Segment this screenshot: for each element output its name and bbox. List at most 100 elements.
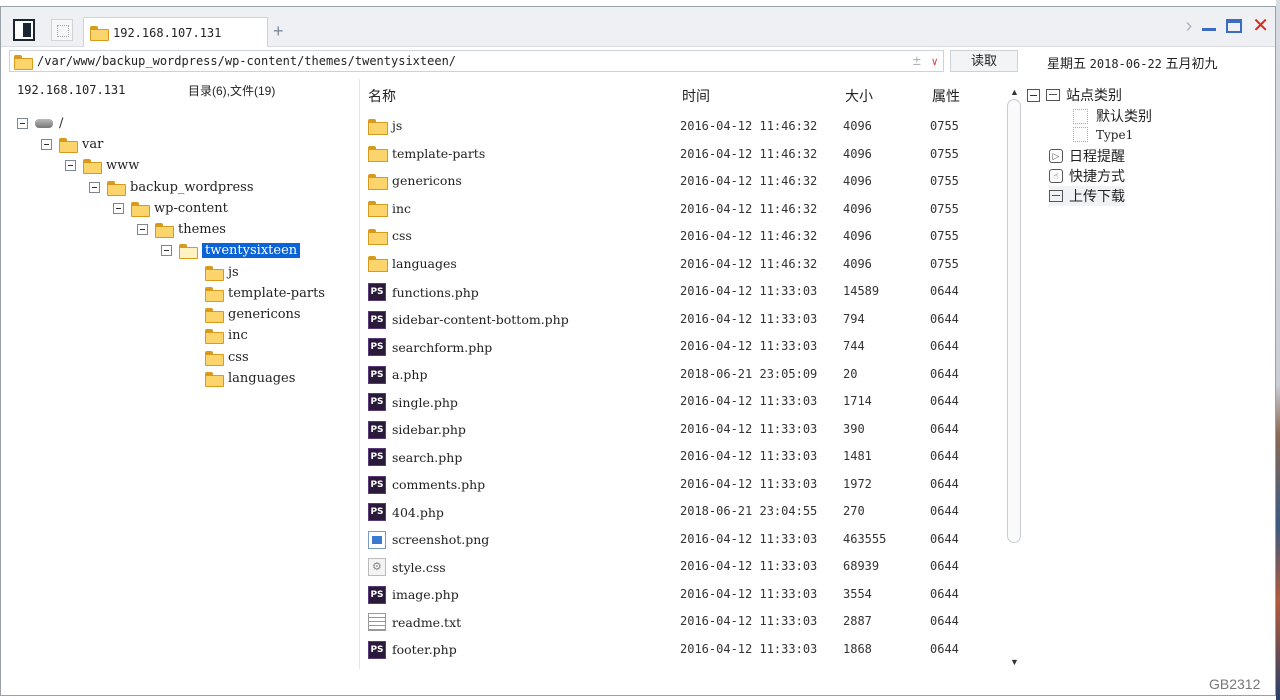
- file-row[interactable]: genericons 2016-04-12 11:46:32 4096 0755: [360, 168, 1000, 195]
- file-name-cell: PS 404.php: [368, 503, 444, 521]
- column-attr[interactable]: 属性: [932, 86, 960, 106]
- collapse-icon[interactable]: [137, 224, 148, 235]
- tree-node[interactable]: css: [205, 347, 249, 368]
- tab-host[interactable]: 192.168.107.131: [83, 17, 268, 47]
- collapse-icon[interactable]: [41, 139, 52, 150]
- tree-node[interactable]: template-parts: [205, 283, 325, 304]
- tree-node[interactable]: genericons: [205, 304, 301, 325]
- file-row[interactable]: js 2016-04-12 11:46:32 4096 0755: [360, 113, 1000, 140]
- collapse-icon[interactable]: [113, 203, 124, 214]
- collapse-icon[interactable]: [89, 182, 100, 193]
- column-size[interactable]: 大小: [845, 86, 873, 106]
- file-row[interactable]: screenshot.png 2016-04-12 11:33:03 463555 0…: [360, 526, 1000, 553]
- tree-node[interactable]: /: [17, 113, 63, 134]
- blank-tab[interactable]: [51, 19, 73, 41]
- plus-minus-icon[interactable]: ±: [913, 53, 921, 69]
- folder-icon: [205, 287, 224, 302]
- drive-icon: [35, 119, 53, 128]
- tree-node[interactable]: var: [41, 134, 103, 155]
- upload-download-node[interactable]: 上传下载: [1049, 186, 1125, 206]
- scrollbar[interactable]: ▲ ▼: [1006, 87, 1022, 667]
- new-tab-button[interactable]: +: [273, 21, 284, 42]
- php-file-icon: PS: [368, 393, 386, 411]
- scroll-thumb[interactable]: [1007, 99, 1021, 543]
- folder-icon: [205, 372, 224, 387]
- file-row[interactable]: PS footer.php 2016-04-12 11:33:03 1868 0644: [360, 636, 1000, 663]
- file-size: 463555: [843, 531, 887, 546]
- encoding-status[interactable]: GB2312: [1209, 676, 1260, 692]
- php-file-icon: PS: [368, 585, 386, 604]
- php-file-icon: PS: [368, 420, 386, 439]
- file-attr: 0644: [930, 531, 959, 546]
- chevron-down-icon[interactable]: ∨: [931, 55, 938, 68]
- file-name: sidebar.php: [392, 422, 466, 437]
- tree-node[interactable]: inc: [205, 325, 248, 346]
- file-time: 2016-04-12 11:33:03: [680, 476, 818, 491]
- tree-node[interactable]: languages: [205, 368, 295, 389]
- file-name-cell: PS image.php: [368, 585, 459, 604]
- file-row[interactable]: PS single.php 2016-04-12 11:33:03 1714 0644: [360, 388, 1000, 415]
- file-name-cell: inc: [368, 201, 411, 217]
- close-icon[interactable]: ✕: [1252, 16, 1269, 36]
- path-input[interactable]: /var/www/backup_wordpress/wp-content/the…: [9, 50, 944, 72]
- schedule-node[interactable]: ▷ 日程提醒: [1049, 146, 1125, 166]
- file-row[interactable]: languages 2016-04-12 11:46:32 4096 0755: [360, 251, 1000, 278]
- file-row[interactable]: PS sidebar-content-bottom.php 2016-04-12 1…: [360, 306, 1000, 333]
- file-row[interactable]: PS image.php 2016-04-12 11:33:03 3554 0644: [360, 581, 1000, 608]
- file-row[interactable]: template-parts 2016-04-12 11:46:32 4096 075…: [360, 141, 1000, 168]
- tree-node[interactable]: wp-content: [113, 198, 228, 219]
- file-name-cell: genericons: [368, 173, 462, 190]
- file-row[interactable]: PS search.php 2016-04-12 11:33:03 1481 0644: [360, 443, 1000, 470]
- file-size: 744: [843, 339, 865, 353]
- collapse-icon[interactable]: [17, 118, 28, 129]
- site-category-node[interactable]: 站点类别: [1027, 85, 1122, 105]
- collapse-icon[interactable]: [1027, 88, 1040, 102]
- file-row[interactable]: PS a.php 2018-06-21 23:05:09 20 0644: [360, 361, 1000, 388]
- tree-node[interactable]: themes: [137, 219, 226, 240]
- file-name: css: [392, 228, 412, 243]
- file-row[interactable]: PS 404.php 2018-06-21 23:04:55 270 0644: [360, 498, 1000, 525]
- file-name: sidebar-content-bottom.php: [392, 312, 569, 327]
- tree-node-label: /: [59, 116, 64, 131]
- file-row[interactable]: PS searchform.php 2016-04-12 11:33:03 744 06…: [360, 333, 1000, 360]
- shortcuts-node[interactable]: ☝ 快捷方式: [1049, 166, 1125, 186]
- tree-node-label: var: [82, 137, 104, 152]
- chevron-right-icon[interactable]: ›: [1186, 16, 1193, 36]
- tree-node[interactable]: js: [205, 262, 239, 283]
- tree-node[interactable]: twentysixteen: [161, 240, 301, 261]
- file-size: 1972: [843, 476, 872, 491]
- file-name: screenshot.png: [392, 532, 490, 547]
- file-time: 2016-04-12 11:33:03: [680, 421, 818, 436]
- directory-tree-pane: 192.168.107.131 目录(6),文件(19) / var www back…: [1, 79, 356, 669]
- file-size: 2887: [843, 614, 872, 628]
- scroll-up-icon[interactable]: ▲: [1010, 87, 1019, 97]
- panel-toggle-icon[interactable]: [13, 19, 35, 41]
- file-attr: 0644: [930, 366, 959, 381]
- column-time[interactable]: 时间: [682, 86, 710, 106]
- file-attr: 0644: [930, 614, 959, 628]
- tree-node[interactable]: www: [65, 155, 139, 176]
- file-name-cell: css: [368, 228, 412, 245]
- file-row[interactable]: PS sidebar.php 2016-04-12 11:33:03 390 0644: [360, 416, 1000, 443]
- file-name-cell: PS functions.php: [368, 283, 479, 301]
- minimize-icon[interactable]: [1202, 27, 1217, 31]
- file-row[interactable]: PS comments.php 2016-04-12 11:33:03 1972 064…: [360, 471, 1000, 498]
- scroll-down-icon[interactable]: ▼: [1010, 657, 1019, 667]
- column-name[interactable]: 名称: [368, 86, 396, 106]
- type1-node[interactable]: Type1: [1073, 127, 1133, 142]
- collapse-icon[interactable]: [65, 160, 76, 171]
- file-row[interactable]: readme.txt 2016-04-12 11:33:03 2887 0644: [360, 608, 1000, 635]
- file-name-cell: PS searchform.php: [368, 338, 492, 356]
- file-row[interactable]: PS functions.php 2016-04-12 11:33:03 14589 0…: [360, 278, 1000, 305]
- php-file-icon: PS: [368, 448, 386, 466]
- maximize-icon[interactable]: [1226, 19, 1243, 33]
- file-size: 3554: [843, 586, 872, 601]
- read-button[interactable]: 读取: [950, 50, 1018, 72]
- file-name-cell: languages: [368, 256, 457, 272]
- tree-node[interactable]: backup_wordpress: [89, 177, 254, 198]
- default-category-node[interactable]: 默认类别: [1073, 106, 1152, 126]
- collapse-icon[interactable]: [161, 245, 172, 256]
- file-row[interactable]: style.css 2016-04-12 11:33:03 68939 0644: [360, 553, 1000, 580]
- file-row[interactable]: css 2016-04-12 11:46:32 4096 0755: [360, 223, 1000, 250]
- file-row[interactable]: inc 2016-04-12 11:46:32 4096 0755: [360, 196, 1000, 223]
